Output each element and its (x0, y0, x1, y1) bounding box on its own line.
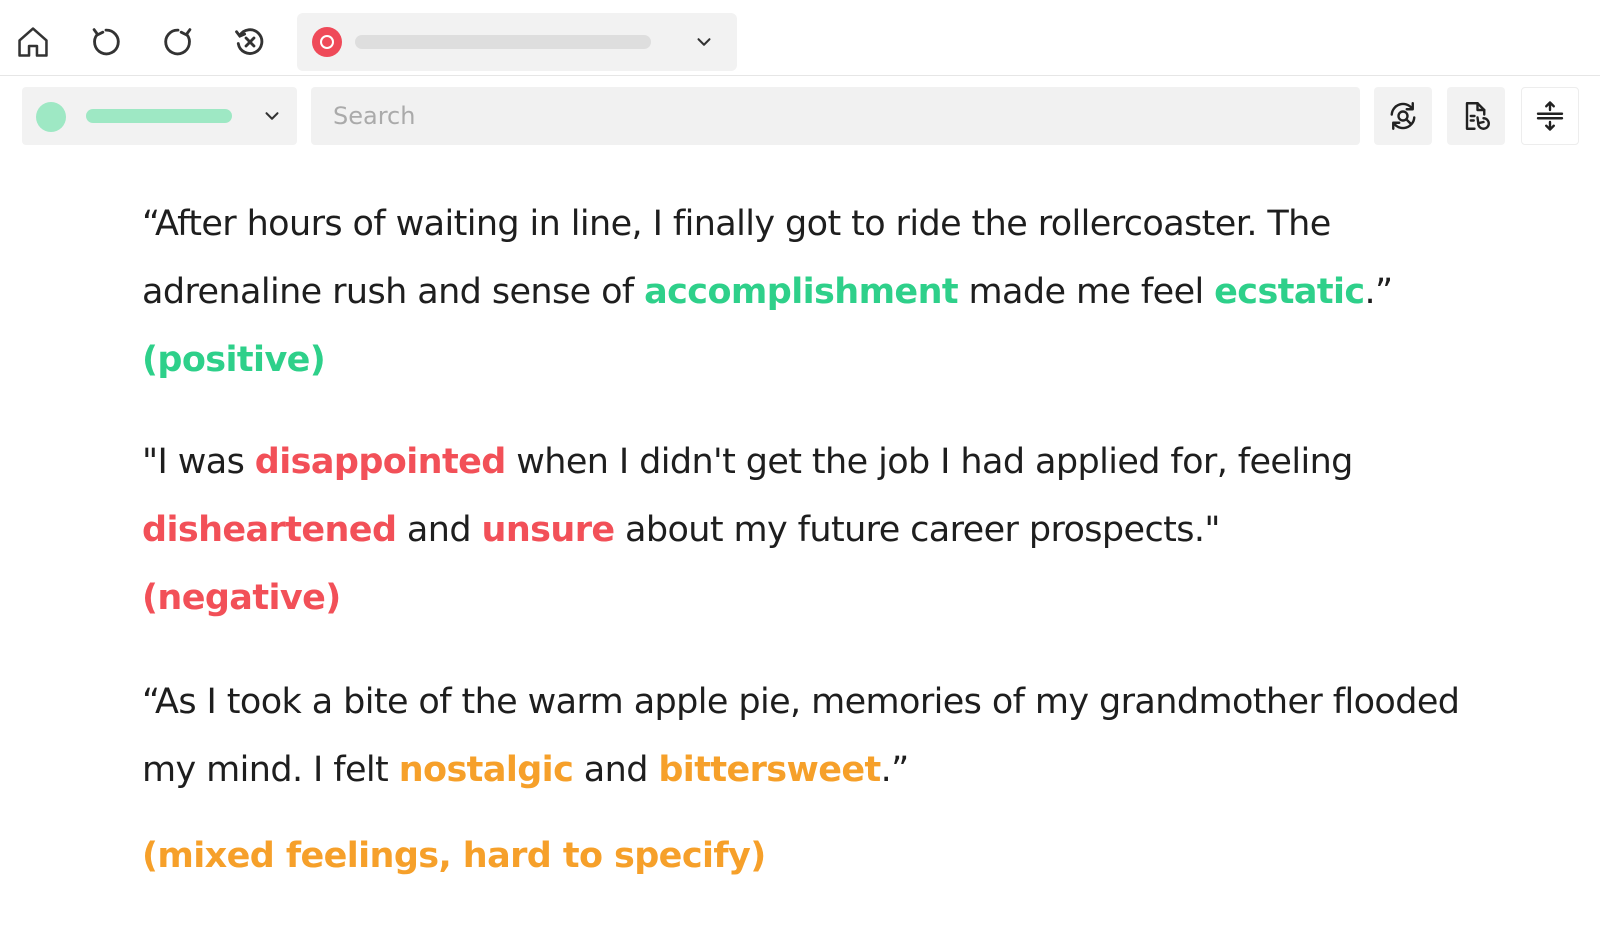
sentiment-label-mixed: (mixed feelings, hard to specify) (142, 836, 766, 876)
document-refresh-icon (1465, 102, 1490, 130)
refresh-search-icon (1390, 102, 1416, 130)
negative-keyword: disheartened (142, 510, 397, 550)
example-text: when I didn't get the job I had applied … (505, 442, 1353, 482)
example-text: about my future career prospects." (614, 510, 1221, 550)
home-button[interactable] (13, 22, 53, 62)
target-icon (312, 27, 342, 57)
positive-keyword: accomplishment (644, 272, 959, 312)
tab-title-placeholder (355, 35, 651, 49)
negative-keyword: disappointed (254, 442, 507, 482)
example-text: "I was (142, 442, 255, 482)
redo-button[interactable] (158, 22, 198, 62)
history-clear-button[interactable] (230, 22, 270, 62)
example-text: .” (880, 750, 910, 790)
refresh-search-button[interactable] (1374, 87, 1432, 145)
example-negative: "I was disappointed when I didn't get th… (142, 428, 1472, 632)
chevron-down-icon (697, 38, 711, 46)
example-text: made me feel (958, 272, 1215, 312)
collapse-expand-icon (1536, 101, 1564, 131)
search-bar (311, 87, 1360, 145)
negative-keyword: unsure (481, 510, 616, 550)
model-name-placeholder (86, 109, 232, 123)
mixed-keyword: bittersweet (658, 750, 881, 790)
rotate-ccw-icon (92, 28, 120, 56)
collapse-expand-button[interactable] (1521, 87, 1579, 145)
tab-selector[interactable] (297, 13, 737, 71)
mixed-keyword: nostalgic (398, 750, 574, 790)
sentiment-label-positive: (positive) (142, 340, 326, 380)
history-clear-icon (235, 28, 264, 55)
positive-keyword: ecstatic (1214, 272, 1365, 312)
status-dot (36, 102, 66, 132)
document-refresh-button[interactable] (1447, 87, 1505, 145)
search-input[interactable] (311, 87, 1360, 145)
model-selector[interactable] (22, 87, 297, 145)
example-mixed: “As I took a bite of the warm apple pie,… (142, 668, 1472, 890)
home-icon (18, 27, 48, 57)
example-text: and (573, 750, 659, 790)
example-text: .” (1364, 272, 1394, 312)
example-positive: “After hours of waiting in line, I final… (142, 190, 1472, 394)
rotate-cw-icon (164, 28, 192, 56)
example-text: and (396, 510, 482, 550)
top-toolbar (0, 0, 1600, 76)
undo-button[interactable] (86, 22, 126, 62)
chevron-down-icon (265, 112, 279, 120)
sentiment-label-negative: (negative) (142, 578, 341, 618)
